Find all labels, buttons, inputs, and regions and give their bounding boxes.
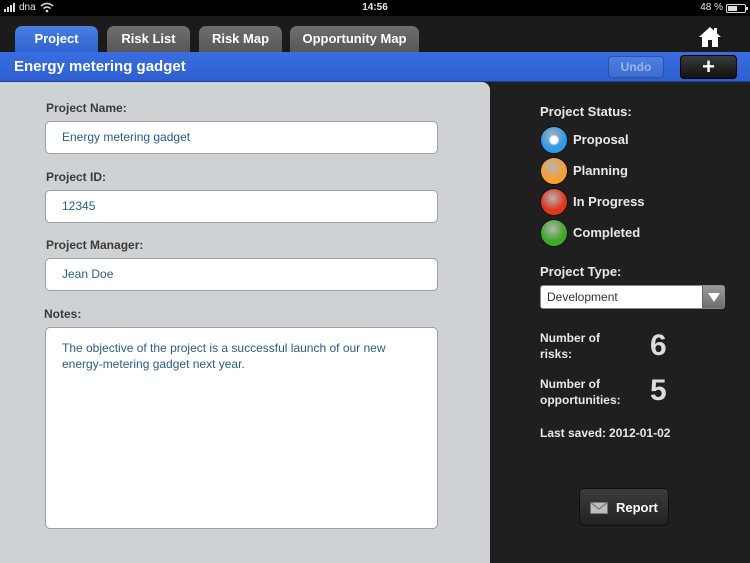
project-manager-label: Project Manager: <box>46 238 144 252</box>
project-type-label: Project Type: <box>540 264 622 279</box>
last-saved-label: Last saved: <box>540 426 607 440</box>
status-option-in-progress[interactable]: In Progress <box>540 188 720 216</box>
clock: 14:56 <box>362 2 388 13</box>
status-option-label: Completed <box>573 225 641 240</box>
status-panel: Project Status: Proposal Planning In Progr… <box>490 82 750 563</box>
page-title: Energy metering gadget <box>14 58 186 75</box>
battery-fill <box>728 6 737 11</box>
status-bar: dna 14:56 48 % <box>0 0 750 16</box>
opportunities-label-line1: Number of <box>540 377 600 391</box>
chevron-down-icon[interactable] <box>702 286 724 308</box>
home-icon[interactable] <box>698 26 722 48</box>
status-option-planning[interactable]: Planning <box>540 157 720 185</box>
tab-risk-list[interactable]: Risk List <box>107 26 190 52</box>
tab-opportunity-map[interactable]: Opportunity Map <box>290 26 419 52</box>
project-name-label: Project Name: <box>46 101 127 115</box>
risks-count-label: Number of risks: <box>540 330 600 362</box>
project-name-field[interactable]: Energy metering gadget <box>45 121 438 154</box>
tab-project[interactable]: Project <box>15 26 98 52</box>
status-option-label: In Progress <box>573 194 645 209</box>
project-id-field[interactable]: 12345 <box>45 190 438 223</box>
battery-icon <box>726 4 748 13</box>
status-dot-icon[interactable] <box>540 188 568 216</box>
status-dot-icon[interactable] <box>540 126 568 154</box>
project-type-value: Development <box>547 290 618 304</box>
risks-label-line2: risks: <box>540 347 573 361</box>
status-dot-icon[interactable] <box>540 219 568 247</box>
title-bar: Energy metering gadget Undo + <box>0 52 750 82</box>
project-manager-field[interactable]: Jean Doe <box>45 258 438 291</box>
project-id-label: Project ID: <box>46 170 107 184</box>
status-option-label: Planning <box>573 163 628 178</box>
project-status-label: Project Status: <box>540 104 632 119</box>
status-option-label: Proposal <box>573 132 629 147</box>
opportunities-count-label: Number of opportunities: <box>540 376 621 408</box>
notes-field[interactable]: The objective of the project is a succes… <box>45 327 438 529</box>
report-button-label: Report <box>616 500 658 515</box>
tab-bar: Project Risk List Risk Map Opportunity M… <box>0 16 750 52</box>
undo-button[interactable]: Undo <box>608 56 664 78</box>
status-option-proposal[interactable]: Proposal <box>540 126 720 154</box>
last-saved-date: 2012-01-02 <box>609 426 671 440</box>
opportunities-count-value: 5 <box>650 374 667 407</box>
battery-percent: 48 % <box>700 2 723 13</box>
selected-indicator-icon <box>549 135 559 145</box>
report-button[interactable]: Report <box>579 488 669 526</box>
project-type-select[interactable]: Development <box>540 285 725 309</box>
last-saved: Last saved: 2012-01-02 <box>540 426 670 440</box>
project-form: Project Name: Energy metering gadget Pro… <box>0 82 490 563</box>
tab-risk-map[interactable]: Risk Map <box>199 26 282 52</box>
envelope-icon <box>590 502 608 514</box>
notes-label: Notes: <box>44 307 82 321</box>
status-dot-icon[interactable] <box>540 157 568 185</box>
status-option-completed[interactable]: Completed <box>540 219 720 247</box>
risks-label-line1: Number of <box>540 331 600 345</box>
risks-count-value: 6 <box>650 329 667 362</box>
opportunities-label-line2: opportunities: <box>540 393 621 407</box>
add-button[interactable]: + <box>680 55 737 79</box>
